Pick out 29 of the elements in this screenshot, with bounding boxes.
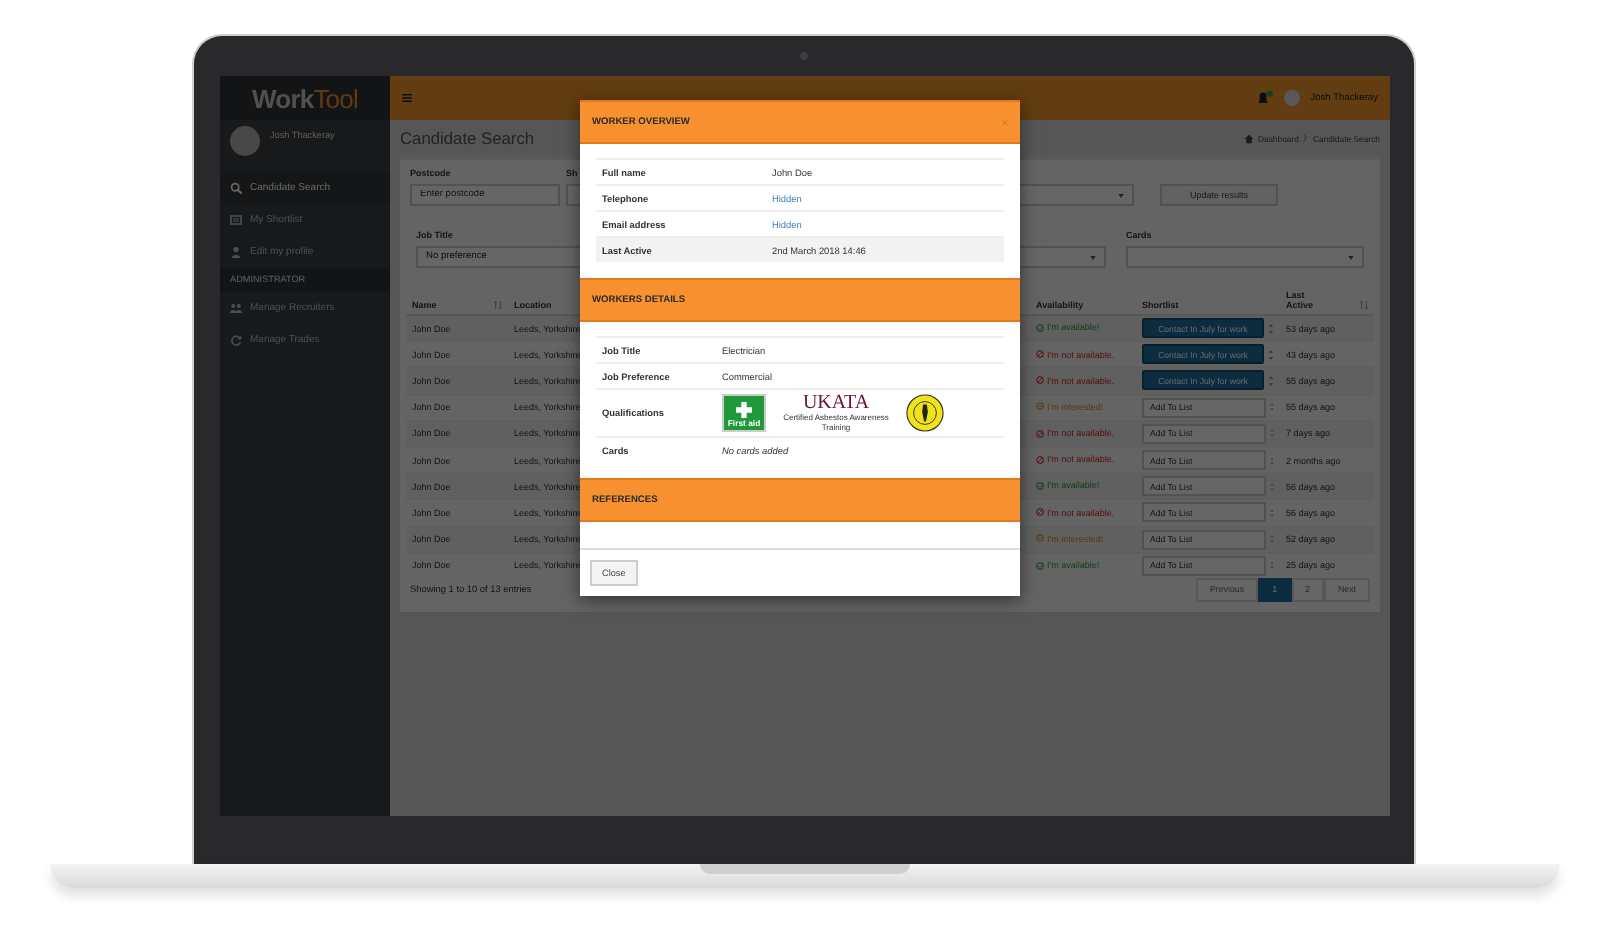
avatar-icon[interactable]: [1284, 90, 1301, 106]
notification-icon[interactable]: [1256, 90, 1275, 106]
list-icon: [230, 214, 242, 226]
search-icon: [230, 182, 242, 194]
ban-icon: [1036, 508, 1044, 517]
check-circle-icon: [1036, 323, 1044, 332]
check-circle-icon: [1036, 561, 1044, 570]
ban-icon: [1036, 455, 1044, 464]
sort-icon[interactable]: [1360, 300, 1368, 310]
caret-icon: [1348, 255, 1354, 259]
ban-icon: [1036, 429, 1044, 438]
ban-icon: [1036, 376, 1044, 385]
ban-icon: [1036, 350, 1044, 359]
avatar-icon: [230, 126, 260, 156]
users-icon: [230, 302, 242, 314]
sort-icon[interactable]: [494, 300, 502, 310]
home-icon: [1243, 133, 1254, 143]
dot-circle-icon: [1036, 534, 1044, 543]
user-icon: [230, 246, 242, 258]
dot-circle-icon: [1036, 402, 1044, 411]
menu-icon[interactable]: [402, 94, 412, 102]
select-field[interactable]: [1126, 246, 1364, 268]
refresh-icon: [230, 334, 242, 346]
check-circle-icon: [1036, 481, 1044, 490]
seal-icon: [906, 394, 944, 432]
badge-title: UKATA: [802, 394, 870, 415]
close-icon[interactable]: [1002, 119, 1008, 125]
caret-icon: [1090, 255, 1096, 259]
caret-icon: [1117, 193, 1124, 197]
